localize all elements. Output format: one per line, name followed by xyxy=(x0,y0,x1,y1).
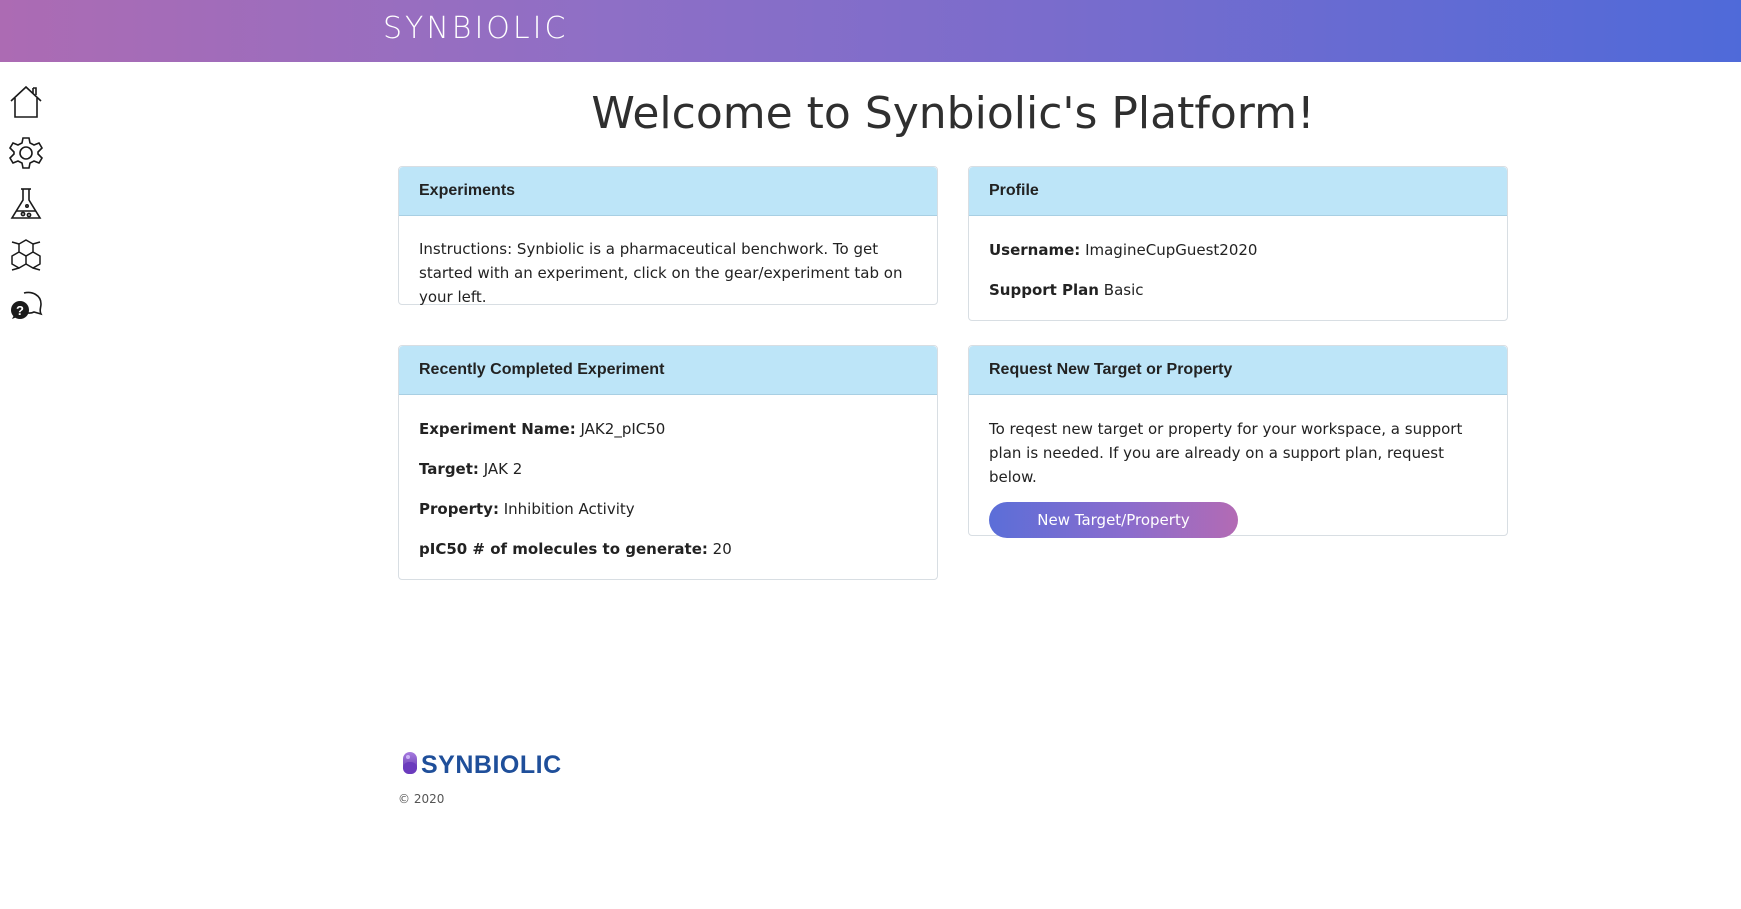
request-target-card: Request New Target or Property To reqest… xyxy=(968,345,1508,538)
request-target-text: To reqest new target or property for you… xyxy=(989,420,1463,486)
footer-logo: SYNBIOLIC xyxy=(401,751,562,780)
experiment-name-value: JAK2_pIC50 xyxy=(580,420,666,438)
gear-icon[interactable] xyxy=(8,135,44,171)
page-title: Welcome to Synbiolic's Platform! xyxy=(591,88,1315,139)
home-icon[interactable] xyxy=(8,84,44,120)
target-value: JAK 2 xyxy=(483,460,523,478)
username-row: Username: ImagineCupGuest2020 xyxy=(989,238,1487,262)
new-target-property-button[interactable]: New Target/Property xyxy=(989,502,1238,538)
experiments-card-header: Experiments xyxy=(399,167,937,216)
property-label: Property: xyxy=(419,500,499,518)
footer-logo-text: SYNBIOLIC xyxy=(421,751,562,779)
username-value: ImagineCupGuest2020 xyxy=(1085,241,1258,259)
help-chat-icon[interactable]: ? xyxy=(8,288,44,324)
experiment-name-label: Experiment Name: xyxy=(419,420,576,438)
username-label: Username: xyxy=(989,241,1081,259)
request-target-card-header: Request New Target or Property xyxy=(969,346,1507,395)
molecule-count-label: pIC50 # of molecules to generate: xyxy=(419,540,708,558)
flask-icon[interactable] xyxy=(8,186,44,222)
profile-card: Profile Username: ImagineCupGuest2020 Su… xyxy=(968,166,1508,321)
molecule-icon[interactable] xyxy=(8,237,44,273)
top-navbar: SYNBIOLIC xyxy=(0,0,1741,62)
support-plan-row: Support Plan Basic xyxy=(989,278,1487,302)
molecule-count-value: 20 xyxy=(712,540,732,558)
experiments-instructions: Instructions: Synbiolic is a pharmaceuti… xyxy=(419,240,903,306)
experiments-card: Experiments Instructions: Synbiolic is a… xyxy=(398,166,938,306)
brand-logo[interactable]: SYNBIOLIC xyxy=(383,11,568,46)
support-plan-label: Support Plan xyxy=(989,281,1099,299)
target-label: Target: xyxy=(419,460,479,478)
recent-experiment-card-header: Recently Completed Experiment xyxy=(399,346,937,395)
property-value: Inhibition Activity xyxy=(503,500,635,518)
target-row: Target: JAK 2 xyxy=(419,457,917,481)
property-row: Property: Inhibition Activity xyxy=(419,497,917,521)
capsule-logo-icon xyxy=(401,751,419,780)
molecule-count-row: pIC50 # of molecules to generate: 20 xyxy=(419,537,917,561)
profile-card-header: Profile xyxy=(969,167,1507,216)
recent-experiment-card: Recently Completed Experiment Experiment… xyxy=(398,345,938,580)
experiment-name-row: Experiment Name: JAK2_pIC50 xyxy=(419,417,917,441)
support-plan-value: Basic xyxy=(1103,281,1144,299)
copyright: © 2020 xyxy=(398,792,445,806)
svg-text:?: ? xyxy=(16,303,24,318)
sidebar: ? xyxy=(8,84,48,339)
